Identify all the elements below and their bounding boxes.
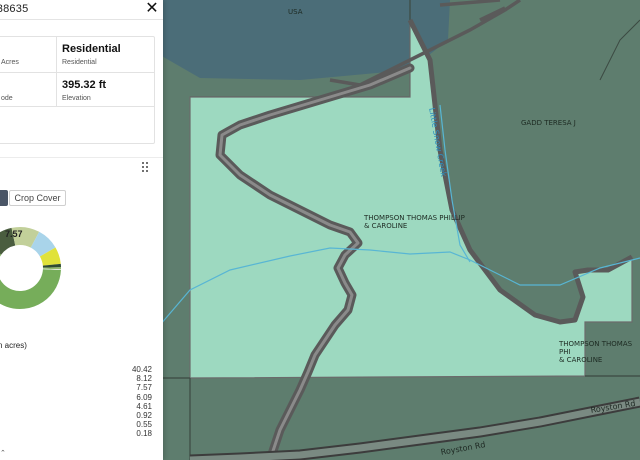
- value-item: 0.55: [136, 420, 152, 430]
- value-item: 4.61: [136, 401, 152, 411]
- stat-land-use: Residential Residential: [57, 37, 154, 73]
- tab-crop-cover[interactable]: Crop Cover: [9, 190, 66, 206]
- property-panel: S 38635 ✕ Acres Residential Residential …: [0, 0, 163, 460]
- stat-land-use-label: Residential: [62, 59, 97, 66]
- close-icon[interactable]: ✕: [143, 1, 161, 17]
- stat-code: ode: [0, 73, 57, 107]
- value-item: 6.09: [136, 392, 152, 402]
- map-label-usa: USA: [288, 8, 303, 16]
- donut-label-crop: 7.57: [5, 229, 23, 239]
- scroll-up-icon[interactable]: ⌃: [0, 449, 6, 457]
- section-divider: [0, 157, 163, 158]
- tab-active[interactable]: [0, 190, 8, 206]
- units-label: n acres): [0, 341, 27, 350]
- stat-acres: Acres: [0, 37, 57, 73]
- stat-code-label: ode: [1, 95, 13, 102]
- value-item: 0.18: [136, 429, 152, 439]
- value-item: 0.92: [136, 410, 152, 420]
- stat-acres-label: Acres: [1, 59, 19, 66]
- panel-title: S 38635: [0, 3, 29, 15]
- stat-land-use-value: Residential: [62, 43, 121, 55]
- property-stats: Acres Residential Residential ode 395.32…: [0, 36, 155, 144]
- map-label-gadd: GADD TERESA J: [521, 119, 576, 127]
- donut-slice: [39, 247, 61, 267]
- map-label-thompson-2: THOMPSON THOMAS PHI & CAROLINE: [559, 340, 633, 364]
- crop-cover-donut: 7.57 42: [0, 227, 61, 317]
- map-label-thompson: THOMPSON THOMAS PHILLIP & CAROLINE: [364, 214, 465, 230]
- value-item: 8.12: [136, 374, 152, 384]
- stat-elevation: 395.32 ft Elevation: [57, 73, 154, 107]
- value-item: 40.42: [131, 365, 152, 374]
- value-list: 40.42 8.12 7.57 6.09 4.61 0.92 0.55 0.18: [100, 365, 152, 439]
- stat-elevation-label: Elevation: [62, 95, 91, 102]
- donut-label-main: 42: [0, 307, 10, 317]
- value-item: 7.57: [136, 383, 152, 393]
- drag-handle-icon[interactable]: [142, 162, 150, 172]
- stat-elevation-value: 395.32 ft: [62, 79, 107, 91]
- panel-header: S 38635 ✕: [0, 0, 163, 20]
- donut-slice: [30, 231, 56, 258]
